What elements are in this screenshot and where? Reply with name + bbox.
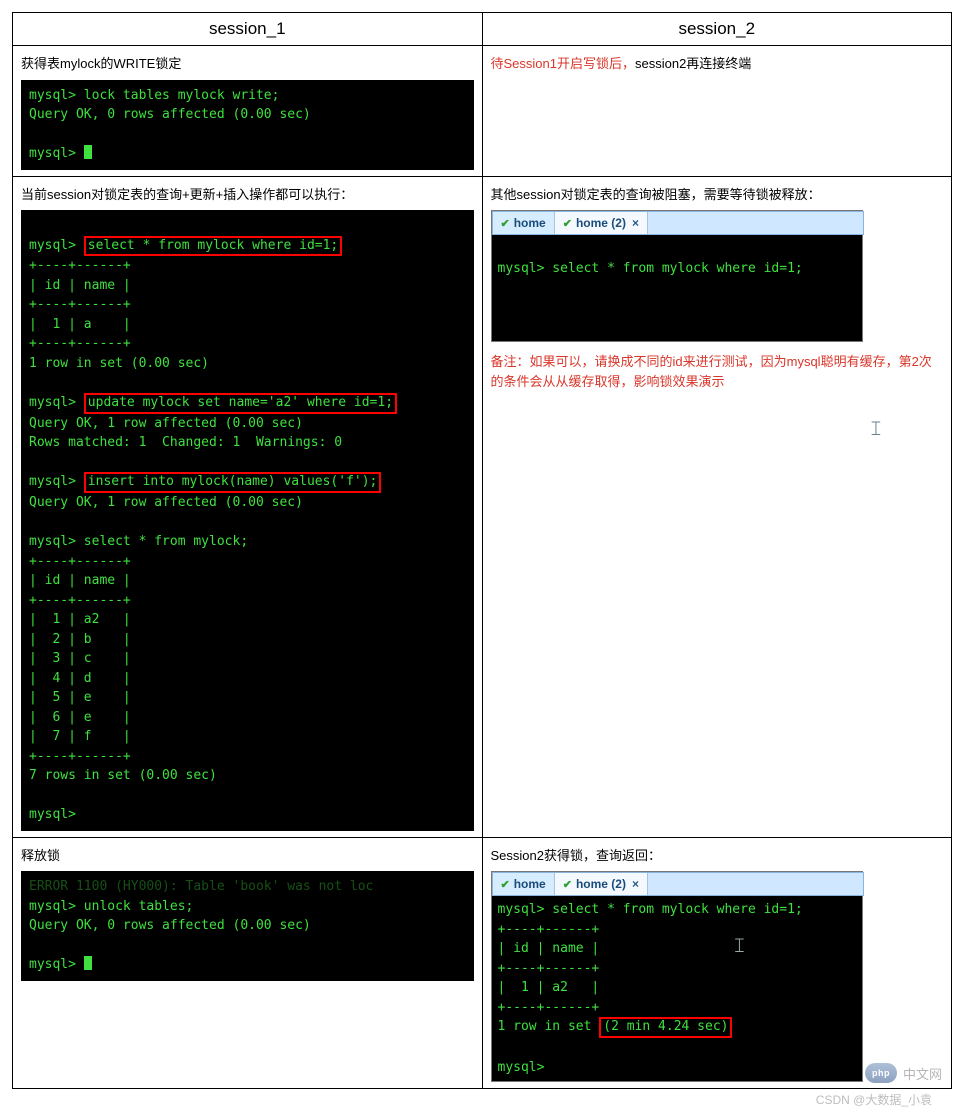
tab-label: home xyxy=(514,877,546,891)
prompt: mysql> xyxy=(29,146,84,161)
tab-home[interactable]: ✔ home xyxy=(493,873,555,895)
term-line: Query OK, 0 rows affected (0.00 sec) xyxy=(29,918,311,933)
r3-left-desc: 释放锁 xyxy=(21,846,474,866)
table-row: | 5 | e | xyxy=(29,690,131,705)
term-line: mysql> select * from mylock where id=1; xyxy=(498,902,803,917)
term-line: | id | name | xyxy=(498,941,600,956)
prompt: mysql> xyxy=(29,238,84,253)
prompt: mysql> xyxy=(29,474,84,489)
highlighted-sql-insert: insert into mylock(name) values('f'); xyxy=(84,472,382,493)
term-line: Query OK, 1 row affected (0.00 sec) xyxy=(29,495,303,510)
r2-right-cell: 其他session对锁定表的查询被阻塞，需要等待锁被释放： ✔ home ✔ h… xyxy=(482,176,952,837)
term-line: Query OK, 0 rows affected (0.00 sec) xyxy=(29,107,311,122)
tab-label: home (2) xyxy=(576,216,626,230)
highlighted-sql-update: update mylock set name='a2' where id=1; xyxy=(84,393,397,414)
session2-window: ✔ home ✔ home (2) × mysql> select * from… xyxy=(491,871,863,1082)
r2-right-desc: 其他session对锁定表的查询被阻塞，需要等待锁被释放： xyxy=(491,185,944,205)
close-icon[interactable]: × xyxy=(632,216,639,230)
term-line: +----+------+ xyxy=(29,593,131,608)
highlighted-sql-select: select * from mylock where id=1; xyxy=(84,236,342,257)
check-icon: ✔ xyxy=(563,217,572,230)
prompt: mysql> xyxy=(29,807,76,822)
header-session1: session_1 xyxy=(13,13,483,46)
header-session2: session_2 xyxy=(482,13,952,46)
session-comparison-table: session_1 session_2 获得表mylock的WRITE锁定 my… xyxy=(12,12,952,1089)
term-line: 1 row in set (0.00 sec) xyxy=(29,356,209,371)
term-line: 7 rows in set (0.00 sec) xyxy=(29,768,217,783)
r3-left-cell: 释放锁 ERROR 1100 (HY000): Table 'book' was… xyxy=(13,837,483,1088)
r1-left-terminal: mysql> lock tables mylock write; Query O… xyxy=(21,80,474,170)
prompt: mysql> xyxy=(29,957,84,972)
credit: CSDN @大数据_小袁 xyxy=(12,1091,932,1108)
term-line: +----+------+ xyxy=(29,554,131,569)
term-line: mysql> unlock tables; xyxy=(29,899,193,914)
term-line: Query OK, 1 row affected (0.00 sec) xyxy=(29,416,303,431)
term-line: | id | name | xyxy=(29,573,131,588)
term-line: +----+------+ xyxy=(498,1000,600,1015)
tab-bar: ✔ home ✔ home (2) × xyxy=(492,872,864,896)
r1-right-desc: 待Session1开启写锁后，session2再连接终端 xyxy=(491,54,944,74)
check-icon: ✔ xyxy=(563,878,572,891)
text-cursor-icon: 𝙸 xyxy=(732,935,746,957)
check-icon: ✔ xyxy=(501,217,510,230)
r3-left-terminal: ERROR 1100 (HY000): Table 'book' was not… xyxy=(21,871,474,981)
r2-right-note: 备注：如果可以，请换成不同的id来进行测试，因为mysql聪明有缓存，第2次的条… xyxy=(491,352,944,394)
term-line: +----+------+ xyxy=(498,961,600,976)
cursor-icon xyxy=(84,145,92,159)
text-cursor-icon: 𝙸 xyxy=(869,418,883,440)
php-logo-icon: php xyxy=(865,1063,897,1083)
table-row: | 1 | a2 | xyxy=(498,980,600,995)
r3-right-terminal: mysql> select * from mylock where id=1; … xyxy=(492,896,862,1081)
tab-home-2[interactable]: ✔ home (2) × xyxy=(555,873,648,895)
red-text: 待Session1开启写锁后， xyxy=(491,56,635,71)
term-line: +----+------+ xyxy=(29,297,131,312)
tab-bar: ✔ home ✔ home (2) × xyxy=(492,211,864,235)
prompt: mysql> xyxy=(498,1060,545,1075)
term-line: 1 row in set xyxy=(498,1019,600,1034)
r1-right-cell: 待Session1开启写锁后，session2再连接终端 xyxy=(482,46,952,177)
r1-left-desc: 获得表mylock的WRITE锁定 xyxy=(21,54,474,74)
watermark-text: 中文网 xyxy=(903,1064,942,1083)
r1-left-cell: 获得表mylock的WRITE锁定 mysql> lock tables myl… xyxy=(13,46,483,177)
r3-right-desc: Session2获得锁，查询返回： xyxy=(491,846,944,866)
term-line: +----+------+ xyxy=(29,336,131,351)
highlighted-timing: (2 min 4.24 sec) xyxy=(599,1017,732,1038)
term-line: | id | name | xyxy=(29,278,131,293)
cursor-icon xyxy=(84,956,92,970)
term-line: | 1 | a | xyxy=(29,317,131,332)
table-row: | 7 | f | xyxy=(29,729,131,744)
watermark: php 中文网 xyxy=(865,1063,942,1083)
r2-left-terminal: mysql> select * from mylock where id=1; … xyxy=(21,210,474,831)
term-line: +----+------+ xyxy=(29,258,131,273)
session2-window: ✔ home ✔ home (2) × mysql> select * from… xyxy=(491,210,863,342)
tab-home-2[interactable]: ✔ home (2) × xyxy=(555,212,648,234)
r3-right-cell: Session2获得锁，查询返回： ✔ home ✔ home (2) × xyxy=(482,837,952,1088)
tab-label: home xyxy=(514,216,546,230)
term-line: mysql> lock tables mylock write; xyxy=(29,88,279,103)
table-row: | 6 | e | xyxy=(29,710,131,725)
term-line: +----+------+ xyxy=(29,749,131,764)
term-line: +----+------+ xyxy=(498,922,600,937)
r2-left-desc: 当前session对锁定表的查询+更新+插入操作都可以执行： xyxy=(21,185,474,205)
tab-home[interactable]: ✔ home xyxy=(493,212,555,234)
table-row: | 3 | c | xyxy=(29,651,131,666)
r2-left-cell: 当前session对锁定表的查询+更新+插入操作都可以执行： mysql> se… xyxy=(13,176,483,837)
tab-label: home (2) xyxy=(576,877,626,891)
prompt: mysql> xyxy=(29,395,84,410)
table-row: | 2 | b | xyxy=(29,632,131,647)
text: session2再连接终端 xyxy=(635,56,751,71)
table-row: | 1 | a2 | xyxy=(29,612,131,627)
term-line: mysql> select * from mylock where id=1; xyxy=(498,261,803,276)
term-line: Rows matched: 1 Changed: 1 Warnings: 0 xyxy=(29,435,342,450)
close-icon[interactable]: × xyxy=(632,877,639,891)
term-line-faded: ERROR 1100 (HY000): Table 'book' was not… xyxy=(29,879,373,894)
table-row: | 4 | d | xyxy=(29,671,131,686)
r2-right-terminal: mysql> select * from mylock where id=1; xyxy=(492,235,862,341)
check-icon: ✔ xyxy=(501,878,510,891)
term-line: mysql> select * from mylock; xyxy=(29,534,248,549)
